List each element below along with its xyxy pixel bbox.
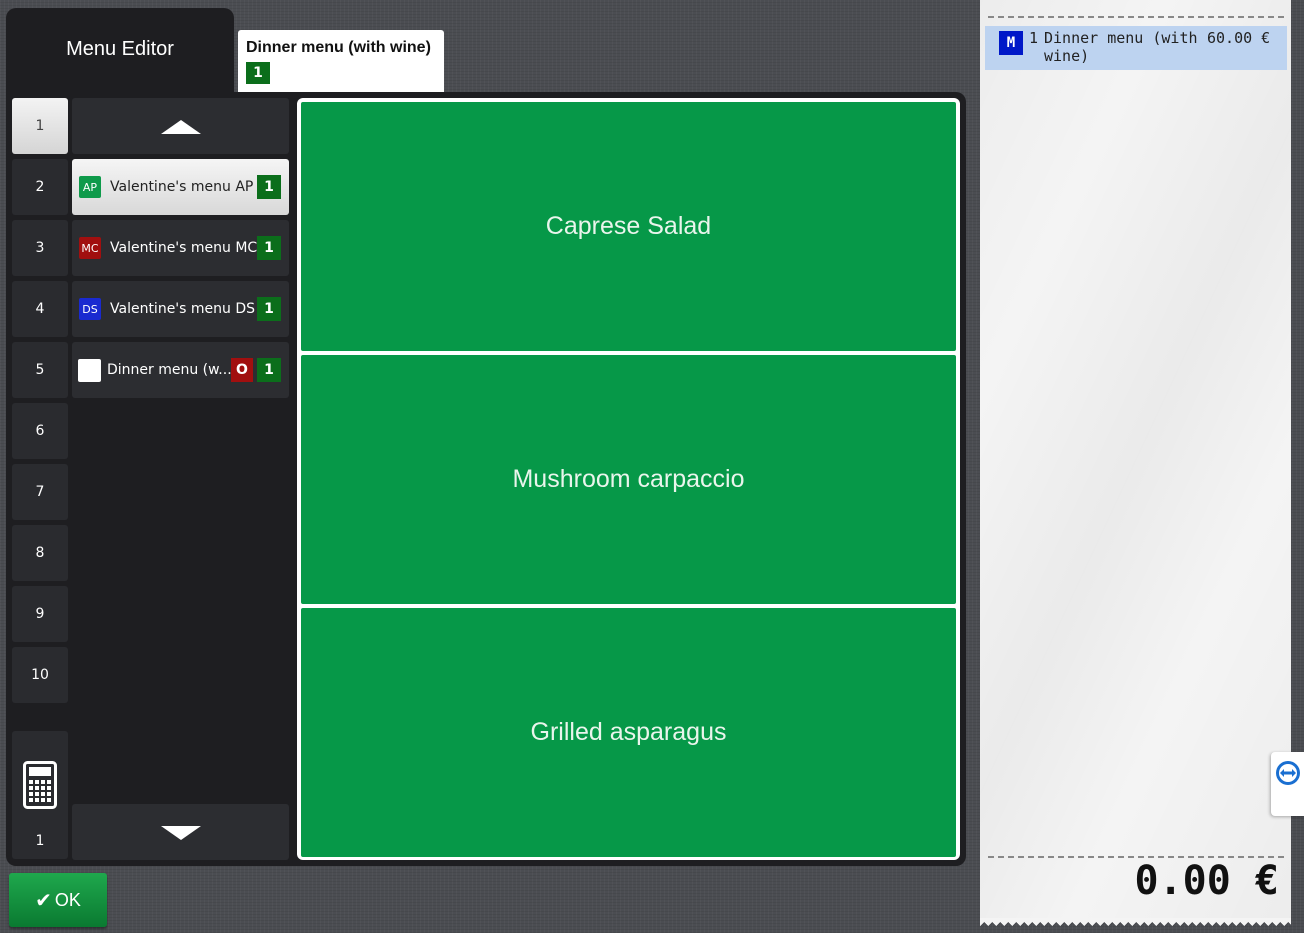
menu-list-item-label: Valentine's menu MC — [110, 240, 257, 256]
menu-list-item-ap[interactable]: AP Valentine's menu AP 1 — [72, 159, 289, 215]
receipt-line-name: Dinner menu (with wine) — [1044, 29, 1198, 65]
receipt-top-divider — [988, 16, 1284, 18]
menu-count-badge: 1 — [257, 297, 281, 321]
menu-list-item-label: Valentine's menu DS — [110, 301, 256, 317]
number-button-5[interactable]: 5 — [12, 342, 68, 398]
receipt-line-item[interactable]: M 1 Dinner menu (with wine) 60.00 € — [985, 26, 1287, 70]
menu-count-badge: 1 — [257, 175, 281, 199]
remote-support-icon — [1276, 761, 1300, 785]
tab-active-menu-count: 1 — [246, 62, 270, 84]
receipt: M 1 Dinner menu (with wine) 60.00 € 0.00… — [980, 0, 1291, 922]
receipt-line-qty: 1 — [1029, 29, 1039, 47]
check-icon: ✔ — [35, 889, 52, 912]
number-button-1[interactable]: 1 — [12, 98, 68, 154]
dish-button-caprese-salad[interactable]: Caprese Salad — [301, 102, 956, 351]
number-button-3[interactable]: 3 — [12, 220, 68, 276]
menu-list-item-label: Dinner menu (w... — [107, 362, 231, 378]
menu-badge-dinner — [78, 358, 101, 382]
number-button-8[interactable]: 8 — [12, 525, 68, 581]
receipt-line-price: 60.00 € — [1207, 29, 1271, 47]
menu-editor-title: Menu Editor — [6, 8, 234, 94]
menu-list-item-ds[interactable]: DS Valentine's menu DS 1 — [72, 281, 289, 337]
ok-button[interactable]: ✔ OK — [9, 873, 107, 927]
tab-active-menu[interactable]: Dinner menu (with wine) 1 — [238, 30, 444, 92]
tab-active-menu-label: Dinner menu (with wine) — [246, 39, 431, 56]
calculator-icon — [23, 761, 57, 809]
scroll-up-button[interactable] — [72, 98, 289, 154]
calculator-value: 1 — [35, 833, 45, 849]
remote-support-widget[interactable] — [1271, 752, 1304, 816]
scroll-down-button[interactable] — [72, 804, 289, 860]
menu-count-badge: 1 — [257, 358, 281, 382]
arrow-up-icon — [161, 120, 201, 134]
number-button-6[interactable]: 6 — [12, 403, 68, 459]
menu-option-badge: O — [231, 358, 253, 382]
menu-list-item-dinner[interactable]: Dinner menu (w... O 1 — [72, 342, 289, 398]
number-button-9[interactable]: 9 — [12, 586, 68, 642]
dish-button-grilled-asparagus[interactable]: Grilled asparagus — [301, 608, 956, 857]
menu-list-item-label: Valentine's menu AP — [110, 179, 254, 195]
receipt-menu-badge: M — [999, 31, 1023, 55]
menu-badge-ds: DS — [79, 298, 101, 320]
menu-editor-panel: 1 2 3 4 5 6 7 8 9 10 1 AP Valentine's me… — [6, 92, 966, 866]
calculator-button[interactable]: 1 — [12, 731, 68, 859]
menu-editor-title-text: Menu Editor — [66, 38, 174, 60]
number-button-10[interactable]: 10 — [12, 647, 68, 703]
arrow-down-icon — [161, 826, 201, 840]
menu-count-badge: 1 — [257, 236, 281, 260]
menu-badge-mc: MC — [79, 237, 101, 259]
dish-button-mushroom-carpaccio[interactable]: Mushroom carpaccio — [301, 355, 956, 604]
menu-list-item-mc[interactable]: MC Valentine's menu MC 1 — [72, 220, 289, 276]
ok-button-label: OK — [54, 889, 81, 910]
number-button-7[interactable]: 7 — [12, 464, 68, 520]
number-button-4[interactable]: 4 — [12, 281, 68, 337]
receipt-total: 0.00 € — [1134, 858, 1280, 904]
dish-grid: Caprese Salad Mushroom carpaccio Grilled… — [297, 98, 960, 860]
number-button-2[interactable]: 2 — [12, 159, 68, 215]
receipt-torn-edge — [980, 918, 1291, 926]
menu-badge-ap: AP — [79, 176, 101, 198]
